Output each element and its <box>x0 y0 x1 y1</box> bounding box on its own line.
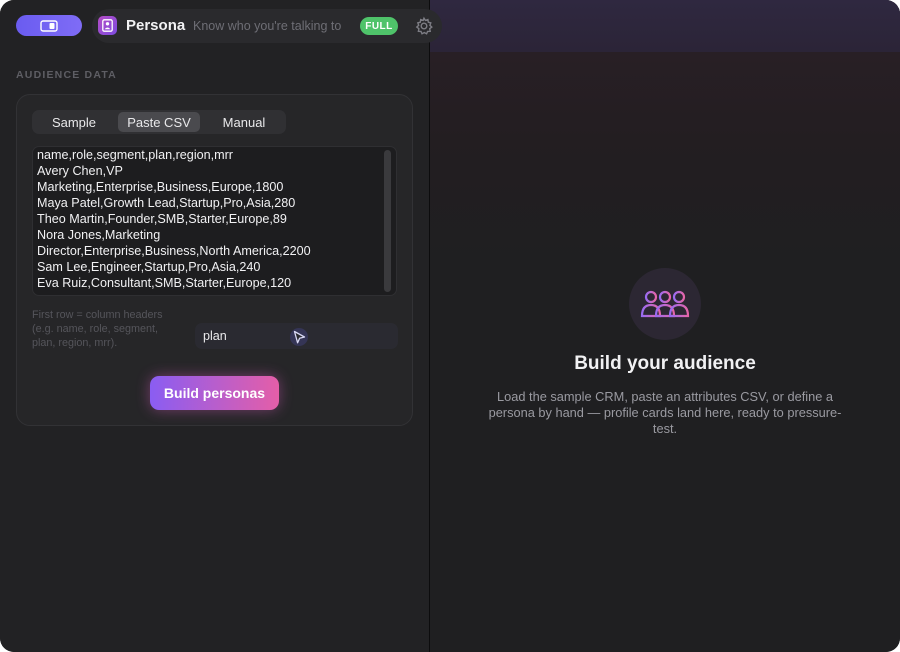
gear-icon[interactable] <box>414 16 434 36</box>
empty-state-title: Build your audience <box>574 353 756 374</box>
csv-scrollbar[interactable] <box>384 150 391 292</box>
tab-sample[interactable]: Sample <box>34 112 114 132</box>
csv-hint-text: First row = column headers (e.g. name, r… <box>32 309 163 349</box>
tab-paste-csv[interactable]: Paste CSV <box>118 112 200 132</box>
right-titlebar-band <box>430 0 900 52</box>
empty-state-badge <box>629 268 701 340</box>
mode-badge[interactable]: FULL <box>360 17 398 35</box>
people-group-icon <box>640 290 690 318</box>
csv-line: Sam Lee,Engineer,Startup,Pro,Asia,240 <box>37 260 261 274</box>
csv-line: Marketing,Enterprise,Business,Europe,180… <box>37 180 284 194</box>
csv-line: Avery Chen,VP <box>37 164 123 178</box>
sidebar-toggle-button[interactable] <box>16 15 82 36</box>
app-title: Persona <box>126 17 186 34</box>
csv-line: Theo Martin,Founder,SMB,Starter,Europe,8… <box>37 212 287 226</box>
empty-state-description: Load the sample CRM, paste an attributes… <box>488 389 842 436</box>
app-window: Persona Know who you're talking to FULL … <box>0 0 900 652</box>
tab-manual[interactable]: Manual <box>204 112 284 132</box>
sidebar-icon <box>40 19 58 32</box>
pointer-cursor-icon <box>288 326 310 348</box>
build-personas-button[interactable]: Build personas <box>150 376 279 410</box>
column-field-value: plan <box>203 329 227 343</box>
csv-line: name,role,segment,plan,region,mrr <box>37 148 233 162</box>
csv-line: Director,Enterprise,Business,North Ameri… <box>37 244 311 258</box>
csv-line: Eva Ruiz,Consultant,SMB,Starter,Europe,1… <box>37 276 292 290</box>
csv-content: name,role,segment,plan,region,mrr Avery … <box>37 147 382 291</box>
persona-app-icon <box>98 16 117 35</box>
csv-line: Maya Patel,Growth Lead,Startup,Pro,Asia,… <box>37 196 296 210</box>
app-subtitle: Know who you're talking to <box>193 19 342 33</box>
section-label-audience-data: AUDIENCE DATA <box>16 69 117 81</box>
csv-line: Nora Jones,Marketing <box>37 228 161 242</box>
